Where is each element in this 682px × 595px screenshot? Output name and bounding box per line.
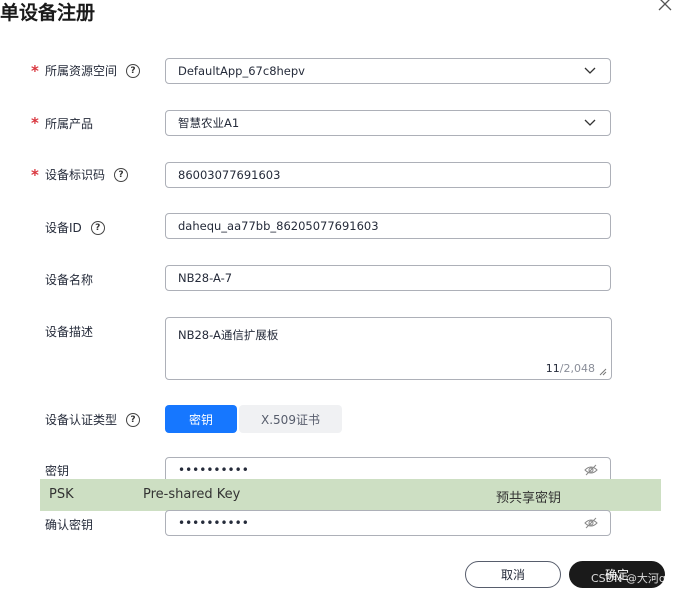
resource-space-label: 所属资源空间 ? xyxy=(45,62,141,79)
dialog-title: 单设备注册 xyxy=(0,2,96,24)
identifier-label: 设备标识码 ? xyxy=(45,166,129,183)
device-name-label: 设备名称 xyxy=(45,273,94,287)
resource-space-select[interactable]: DefaultApp_67c8hepv xyxy=(165,58,611,84)
psk-abbrev: PSK xyxy=(49,487,74,502)
psk-annotation-bar: PSK Pre-shared Key 预共享密钥 xyxy=(40,479,661,511)
auth-type-label: 设备认证类型 ? xyxy=(45,411,141,428)
confirm-button[interactable]: 确定 xyxy=(569,561,665,588)
secret-label: 密钥 xyxy=(45,464,70,478)
product-label: 所属产品 xyxy=(45,117,94,131)
product-select[interactable]: 智慧农业A1 xyxy=(165,110,611,136)
chevron-down-icon xyxy=(584,119,596,126)
device-id-label: 设备ID ? xyxy=(45,219,105,236)
device-name-input[interactable]: NB28-A-7 xyxy=(165,265,611,291)
eye-hidden-icon[interactable] xyxy=(584,464,598,476)
confirm-secret-input[interactable]: •••••••••• xyxy=(165,510,611,536)
device-id-input[interactable]: dahequ_aa77bb_86205077691603 xyxy=(165,213,611,239)
required-asterisk: * xyxy=(31,62,39,80)
eye-hidden-icon[interactable] xyxy=(584,517,598,529)
confirm-secret-label: 确认密钥 xyxy=(45,518,94,532)
char-counter: 11/2,048 xyxy=(545,362,595,375)
help-icon[interactable]: ? xyxy=(126,63,141,78)
psk-full-name: Pre-shared Key xyxy=(143,487,241,502)
description-label: 设备描述 xyxy=(45,325,94,339)
identifier-input[interactable]: 86003077691603 xyxy=(165,162,611,188)
help-icon[interactable]: ? xyxy=(114,167,129,182)
help-icon[interactable]: ? xyxy=(90,220,105,235)
resize-handle-icon[interactable] xyxy=(599,368,607,376)
chevron-down-icon xyxy=(584,67,596,74)
required-asterisk: * xyxy=(31,114,39,132)
psk-chinese-name: 预共享密钥 xyxy=(496,491,562,506)
auth-type-x509-option[interactable]: X.509证书 xyxy=(239,405,342,433)
help-icon[interactable]: ? xyxy=(126,412,141,427)
cancel-button[interactable]: 取消 xyxy=(465,561,561,588)
auth-type-secret-option[interactable]: 密钥 xyxy=(165,405,237,433)
description-textarea[interactable]: NB28-A通信扩展板 11/2,048 xyxy=(165,317,612,380)
close-icon[interactable] xyxy=(655,0,675,14)
required-asterisk: * xyxy=(31,166,39,184)
